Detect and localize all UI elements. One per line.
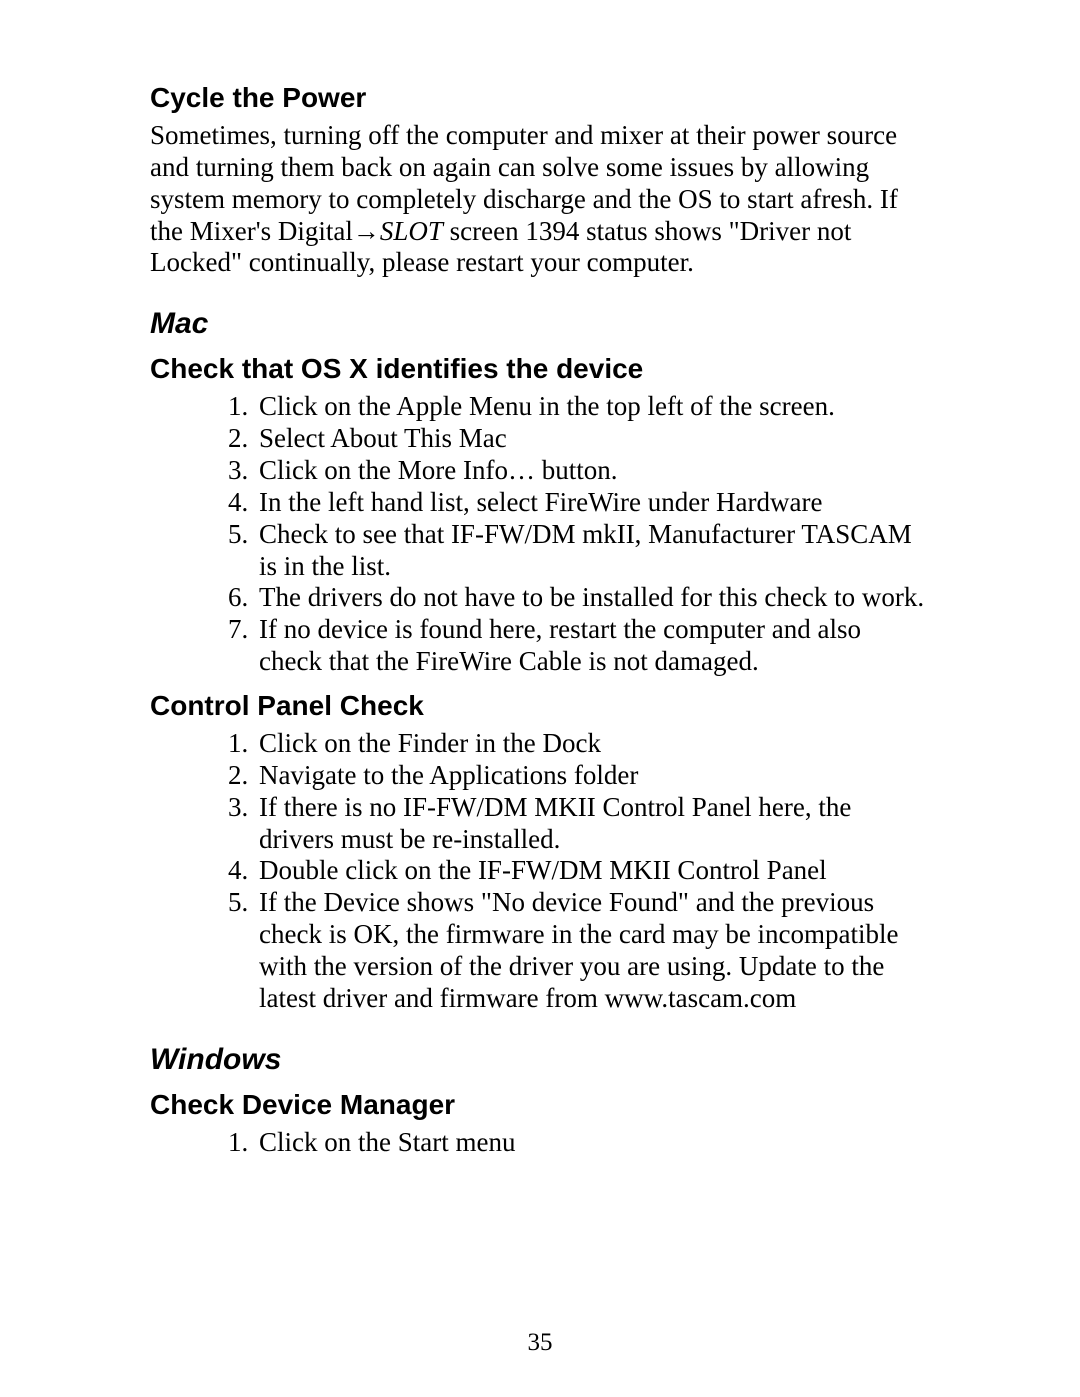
list-item: Click on the Start menu <box>255 1127 930 1159</box>
list-item: Check to see that IF-FW/DM mkII, Manufac… <box>255 519 930 583</box>
list-item: Select About This Mac <box>255 423 930 455</box>
list-control-panel: Click on the Finder in the Dock Navigate… <box>150 728 930 1015</box>
list-item: In the left hand list, select FireWire u… <box>255 487 930 519</box>
list-item: Click on the Finder in the Dock <box>255 728 930 760</box>
list-item: Click on the More Info… button. <box>255 455 930 487</box>
list-item: Navigate to the Applications folder <box>255 760 930 792</box>
list-device-manager: Click on the Start menu <box>150 1127 930 1159</box>
heading-control-panel: Control Panel Check <box>150 690 930 722</box>
heading-cycle-power: Cycle the Power <box>150 82 930 114</box>
paragraph-cycle-power: Sometimes, turning off the computer and … <box>150 120 930 279</box>
list-item: Click on the Apple Menu in the top left … <box>255 391 930 423</box>
heading-check-osx: Check that OS X identifies the device <box>150 353 930 385</box>
heading-windows: Windows <box>150 1043 930 1077</box>
heading-device-manager: Check Device Manager <box>150 1089 930 1121</box>
list-item: If there is no IF-FW/DM MKII Control Pan… <box>255 792 930 856</box>
list-item: Double click on the IF-FW/DM MKII Contro… <box>255 855 930 887</box>
slot-text: SLOT <box>380 216 443 246</box>
list-check-osx: Click on the Apple Menu in the top left … <box>150 391 930 678</box>
document-page: Cycle the Power Sometimes, turning off t… <box>0 0 1080 1397</box>
list-item: If no device is found here, restart the … <box>255 614 930 678</box>
arrow-icon: → <box>353 216 380 246</box>
list-item: The drivers do not have to be installed … <box>255 582 930 614</box>
heading-mac: Mac <box>150 307 930 341</box>
page-number: 35 <box>0 1329 1080 1357</box>
list-item: If the Device shows "No device Found" an… <box>255 887 930 1014</box>
